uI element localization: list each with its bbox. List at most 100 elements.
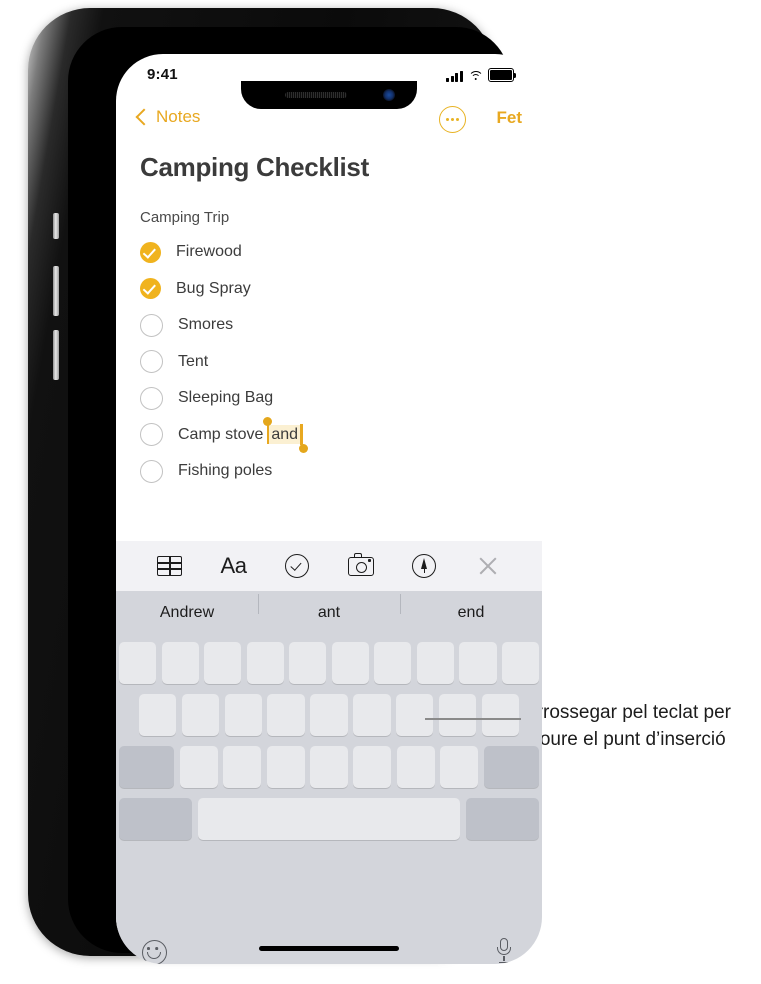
key[interactable] [501, 642, 540, 684]
status-time: 9:41 [147, 66, 178, 83]
camera-icon [347, 553, 374, 576]
key[interactable] [438, 694, 477, 736]
speaker-grille [285, 92, 347, 98]
key[interactable] [459, 642, 497, 684]
close-icon [478, 556, 498, 576]
key[interactable] [179, 746, 218, 788]
keyboard-row-3 [116, 736, 542, 788]
list-item-text: Camp stove [178, 425, 264, 443]
return-key[interactable] [465, 798, 539, 840]
list-item-label: Firewood [176, 243, 242, 261]
key[interactable] [223, 746, 262, 788]
selection-handle-end[interactable] [298, 443, 308, 453]
key[interactable] [374, 642, 412, 684]
checkbox-unchecked[interactable] [140, 423, 163, 447]
list-item-label: Camp stove and [178, 416, 308, 453]
key[interactable] [309, 746, 349, 788]
key[interactable] [267, 694, 305, 736]
ellipsis-dot [451, 118, 454, 121]
notch [241, 81, 417, 109]
list-item-editing[interactable]: Camp stove and [140, 416, 520, 454]
checklist-icon [285, 554, 310, 578]
more-options-button[interactable] [439, 106, 466, 133]
checkbox-unchecked[interactable] [140, 386, 163, 410]
callout-leader-line [425, 718, 521, 720]
table-icon [157, 556, 183, 576]
key[interactable] [204, 642, 242, 684]
phone-bezel: 9:41 Notes Fet Camping Checklist Camping… [68, 27, 542, 964]
back-to-notes-button[interactable]: Notes [135, 107, 201, 127]
space-key[interactable] [197, 798, 461, 840]
microphone-icon[interactable] [496, 938, 512, 964]
insert-table-button[interactable] [153, 549, 187, 583]
insert-checklist-button[interactable] [280, 549, 314, 583]
checkbox-unchecked[interactable] [140, 459, 163, 483]
key[interactable] [118, 642, 157, 684]
checkbox-unchecked[interactable] [140, 313, 163, 337]
key[interactable] [224, 694, 263, 736]
note-section-header: Camping Trip [140, 209, 230, 226]
cellular-signal-icon [446, 70, 463, 82]
numbers-key[interactable] [119, 798, 193, 840]
camera-button[interactable] [344, 549, 378, 583]
list-item[interactable]: Fishing poles [140, 453, 520, 490]
list-item[interactable]: Tent [140, 344, 520, 381]
list-item-label: Tent [178, 352, 209, 370]
key[interactable] [395, 694, 434, 736]
done-button[interactable]: Fet [497, 108, 523, 128]
text-selection[interactable]: and [262, 416, 308, 453]
list-item[interactable]: Smores [140, 307, 520, 344]
suggestion-item[interactable]: ant [258, 593, 400, 622]
key[interactable] [331, 642, 369, 684]
key[interactable] [138, 694, 177, 736]
list-item-label: Sleeping Bag [178, 389, 274, 407]
back-button-label: Notes [156, 107, 201, 126]
keyboard-row-4 [116, 788, 542, 840]
battery-full-icon [488, 68, 517, 82]
checkbox-checked[interactable] [140, 241, 161, 263]
key[interactable] [481, 694, 520, 736]
list-item[interactable]: Bug Spray [140, 271, 520, 308]
selection-handle-start[interactable] [262, 416, 272, 426]
suggestion-item[interactable]: Andrew [116, 604, 258, 622]
key[interactable] [181, 694, 220, 736]
delete-key[interactable] [483, 746, 539, 788]
wifi-icon [468, 71, 483, 82]
silent-switch[interactable] [53, 213, 59, 239]
home-indicator[interactable] [259, 946, 399, 951]
key[interactable] [310, 694, 348, 736]
list-item[interactable]: Firewood [140, 234, 520, 271]
key[interactable] [396, 746, 435, 788]
predictive-text-bar: Andrew ant end [116, 591, 542, 634]
list-item-label: Fishing poles [178, 462, 273, 480]
key[interactable] [161, 642, 199, 684]
suggestion-item[interactable]: end [400, 593, 542, 622]
close-keyboard-button[interactable] [471, 549, 505, 583]
chevron-left-icon [135, 108, 153, 126]
phone-screen: 9:41 Notes Fet Camping Checklist Camping… [116, 54, 542, 964]
key[interactable] [353, 694, 391, 736]
emoji-smiley-icon[interactable] [142, 940, 167, 964]
checkbox-checked[interactable] [140, 278, 161, 300]
key[interactable] [440, 746, 479, 788]
insertion-caret [300, 423, 303, 445]
list-item[interactable]: Sleeping Bag [140, 380, 520, 417]
key[interactable] [246, 642, 284, 684]
keyboard-row-2 [116, 684, 542, 736]
front-camera [383, 89, 395, 101]
key[interactable] [266, 746, 305, 788]
markup-button[interactable] [407, 549, 441, 583]
callout-text: Arrossegar pel teclat per moure el punt … [524, 702, 731, 750]
key[interactable] [353, 746, 392, 788]
on-screen-keyboard[interactable] [116, 634, 542, 964]
volume-up-button[interactable] [53, 266, 59, 316]
shift-key[interactable] [119, 746, 175, 788]
checkbox-unchecked[interactable] [140, 350, 163, 374]
volume-down-button[interactable] [53, 330, 59, 380]
text-format-button[interactable]: Aa [216, 549, 250, 583]
list-item-label: Bug Spray [176, 279, 251, 297]
key[interactable] [416, 642, 454, 684]
key[interactable] [289, 642, 327, 684]
markup-pen-icon [412, 554, 437, 578]
page-title: Camping Checklist [140, 152, 369, 182]
